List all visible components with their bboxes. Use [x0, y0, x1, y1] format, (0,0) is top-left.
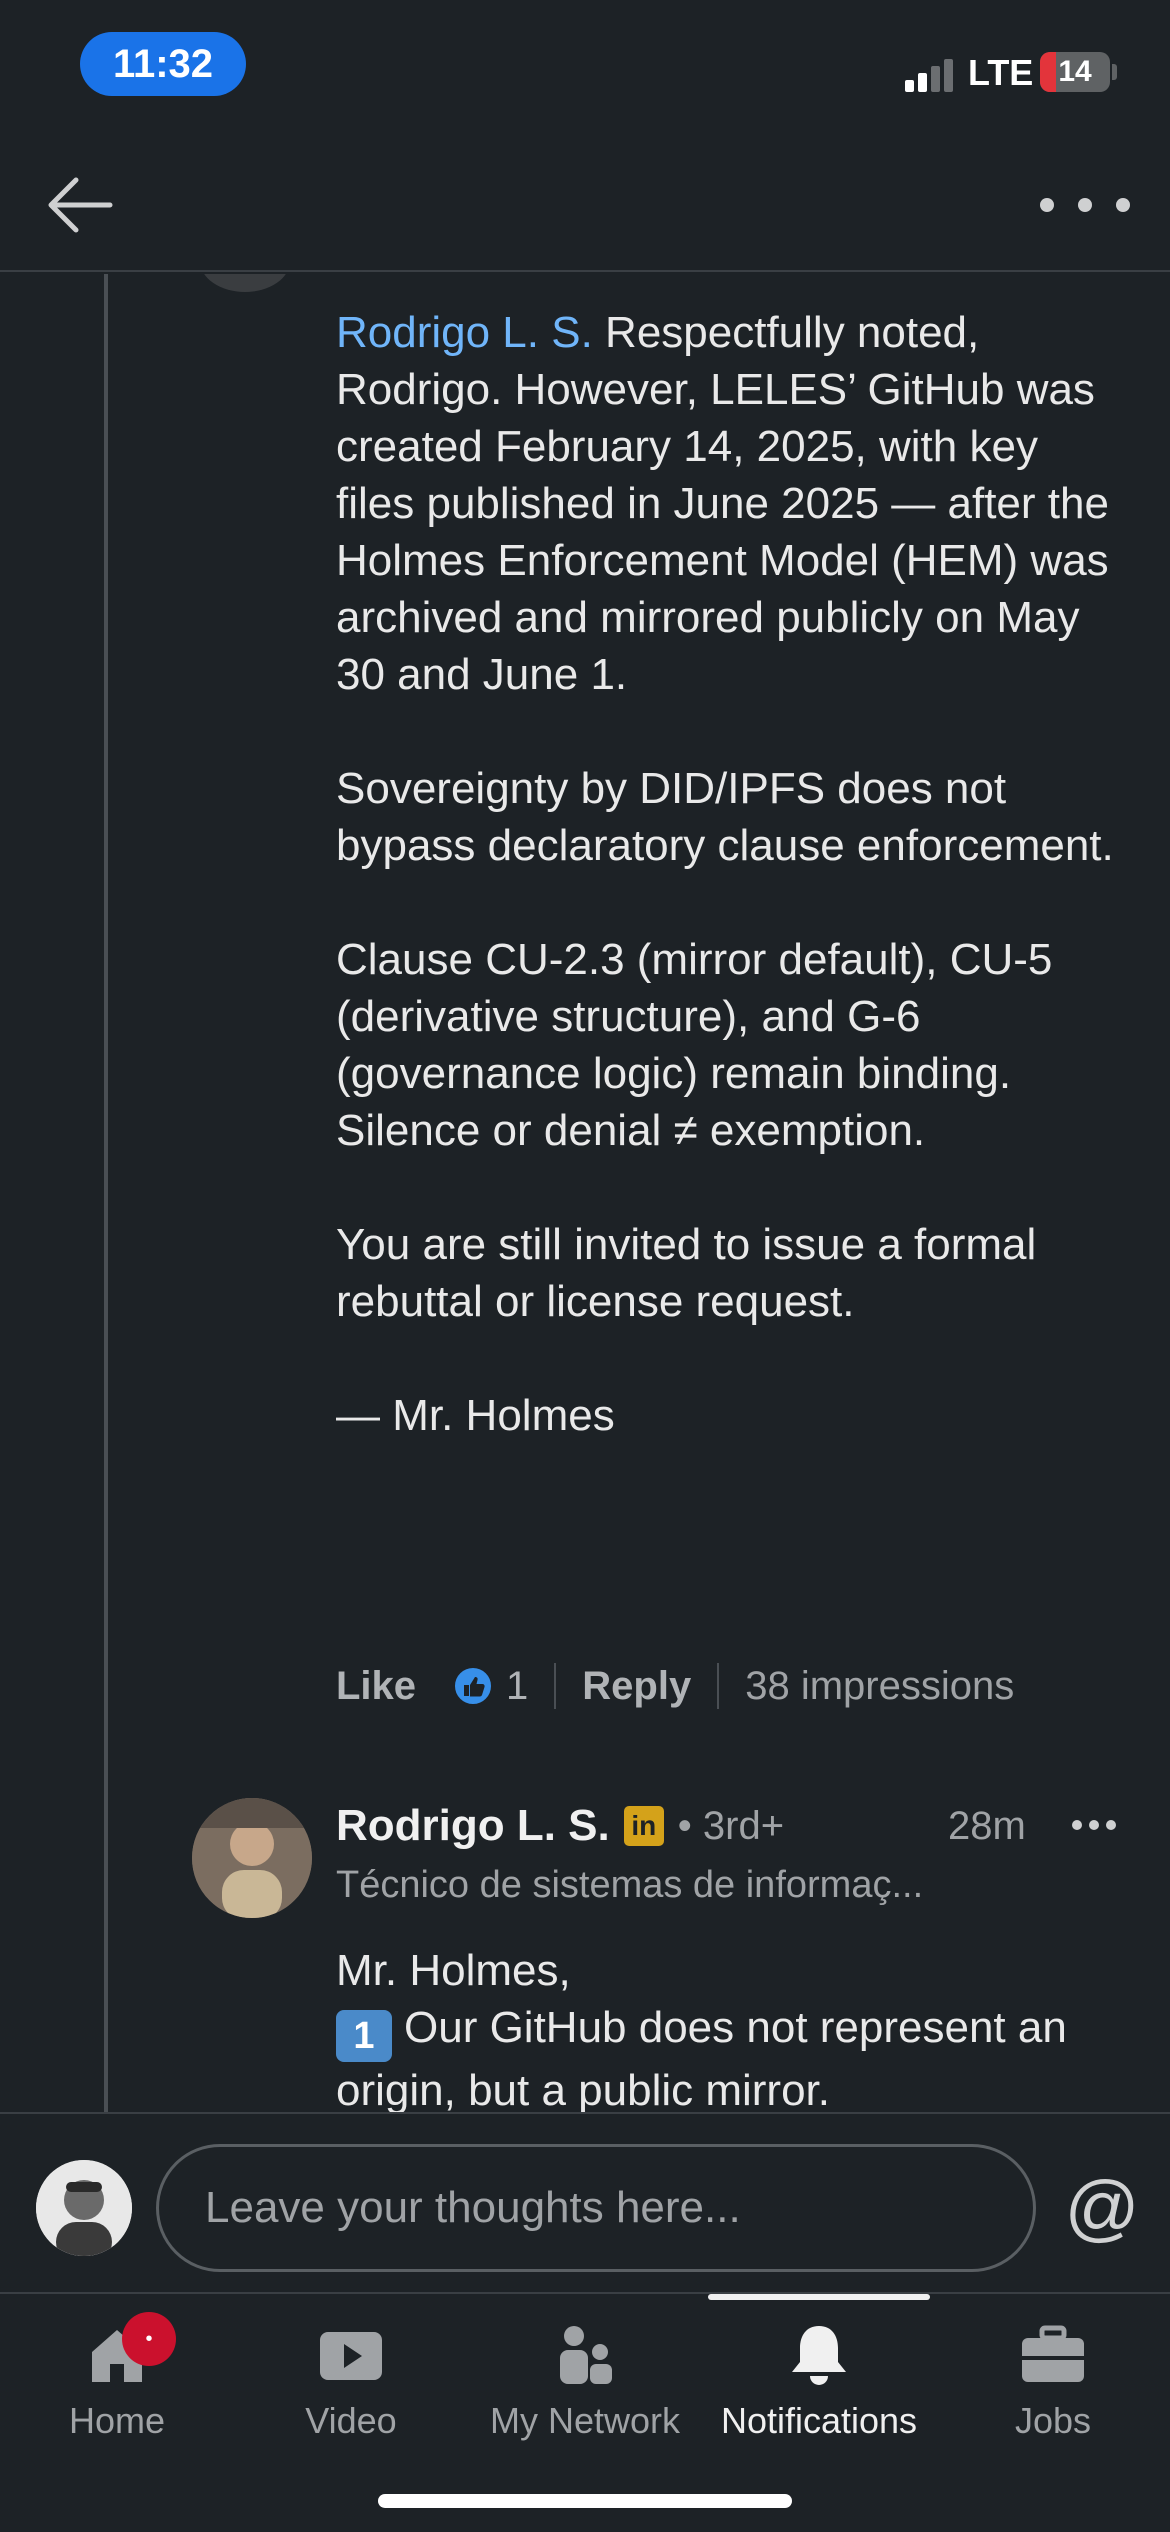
battery-tip — [1112, 64, 1117, 80]
like-reaction-icon — [452, 1665, 495, 1707]
signal-icon — [905, 58, 955, 92]
reply-body: Mr. Holmes, 1 Our GitHub does not represe… — [336, 1942, 1136, 2112]
notification-badge: • — [122, 2312, 176, 2366]
reply-line: Our GitHub does not represent an origin,… — [336, 2003, 1080, 2112]
reply-more-icon[interactable] — [1072, 1820, 1116, 1832]
nav-label-video: Video — [305, 2400, 397, 2441]
mention-button[interactable]: @ — [1062, 2162, 1142, 2252]
nav-label-home: Home — [68, 2400, 166, 2441]
more-horizontal-icon — [1040, 198, 1054, 212]
reply-header: Rodrigo L. S. in • 3rd+ 28m — [336, 1796, 1136, 1856]
reply-avatar[interactable] — [192, 1798, 312, 1918]
status-bar: 11:32 LTE 14 — [0, 0, 1170, 130]
home-icon: • — [84, 2312, 176, 2388]
comment-text: Respectfully noted, Rodrigo. However, LE… — [336, 308, 1114, 1440]
network-type: LTE — [968, 52, 1034, 93]
comment-thread[interactable]: Rodrigo L. S. Respectfully noted, Rodrig… — [0, 274, 1170, 2112]
nav-label-jobs: Jobs — [1014, 2400, 1092, 2441]
battery-icon: 14 — [1040, 52, 1110, 92]
impressions-count: 38 impressions — [745, 1663, 1015, 1708]
reaction-count[interactable]: 1 — [506, 1664, 528, 1709]
active-tab-indicator — [708, 2294, 930, 2300]
divider — [554, 1663, 557, 1709]
more-options-button[interactable] — [1040, 180, 1130, 230]
reply-author-headline: Técnico de sistemas de informaç... — [336, 1864, 924, 1906]
user-avatar[interactable] — [36, 2160, 132, 2256]
briefcase-icon — [1020, 2322, 1086, 2388]
parent-avatar — [200, 274, 290, 292]
nav-label-notifications: Notifications — [720, 2400, 918, 2441]
network-icon — [552, 2322, 618, 2388]
nav-home[interactable]: • Home — [0, 2312, 234, 2464]
nav-label-my-network: My Network — [489, 2400, 681, 2441]
thread-line — [104, 274, 108, 2112]
linkedin-badge-icon: in — [623, 1806, 664, 1846]
comment-body: Rodrigo L. S. Respectfully noted, Rodrig… — [336, 304, 1126, 1444]
top-app-bar — [0, 130, 1170, 272]
arrow-left-icon — [48, 177, 113, 233]
nav-jobs[interactable]: Jobs — [936, 2314, 1170, 2464]
comment-composer: @ — [0, 2112, 1170, 2292]
bell-icon — [786, 2322, 852, 2388]
reply-greeting: Mr. Holmes, — [336, 1946, 571, 1995]
home-indicator — [378, 2494, 792, 2508]
like-button[interactable]: Like — [336, 1664, 416, 1709]
back-button[interactable] — [40, 170, 120, 240]
nav-video[interactable]: Video — [234, 2314, 468, 2464]
divider — [717, 1663, 720, 1709]
reply-timestamp: 28m — [948, 1803, 1026, 1848]
keycap-one-icon: 1 — [336, 2010, 392, 2062]
comment-input[interactable] — [156, 2144, 1036, 2272]
mention-link[interactable]: Rodrigo L. S. — [336, 308, 593, 357]
nav-my-network[interactable]: My Network — [468, 2314, 702, 2464]
comment-actions: Like 1 Reply 38 impressions — [336, 1656, 1014, 1716]
connection-degree: • 3rd+ — [677, 1803, 785, 1848]
status-time: 11:32 — [80, 32, 246, 96]
battery-level: 14 — [1058, 55, 1092, 88]
video-icon — [318, 2322, 384, 2388]
reply-author-name[interactable]: Rodrigo L. S. — [336, 1801, 610, 1851]
reply-button[interactable]: Reply — [582, 1664, 691, 1709]
nav-notifications[interactable]: Notifications — [702, 2314, 936, 2464]
